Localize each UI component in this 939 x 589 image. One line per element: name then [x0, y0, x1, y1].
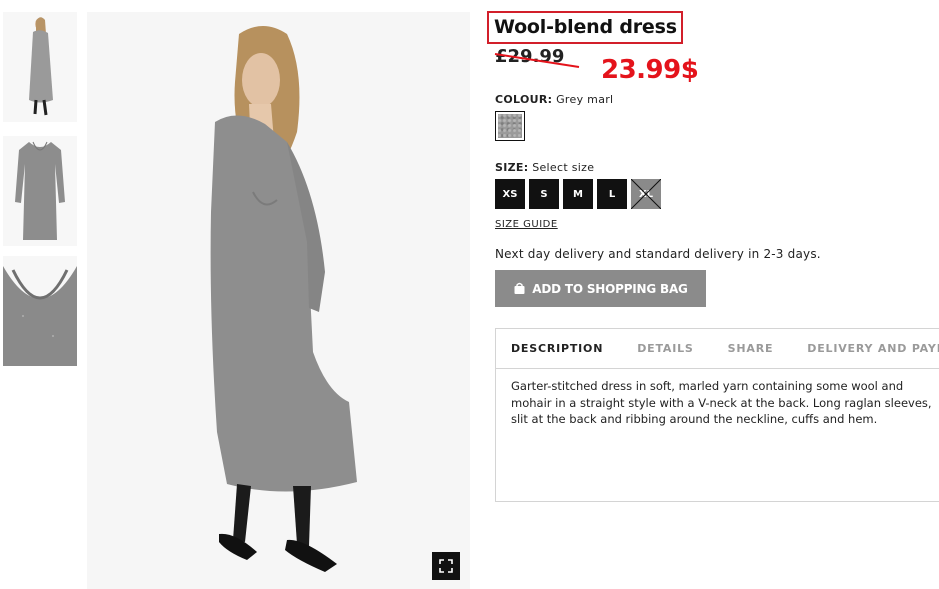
- new-price-annotation: 23.99$: [601, 55, 699, 85]
- thumbnail-neck-detail[interactable]: [3, 256, 77, 366]
- main-product-image[interactable]: [87, 12, 470, 589]
- size-options: XS S M L XL: [495, 179, 661, 209]
- unavailable-cross-icon: [631, 179, 661, 209]
- size-option-xs[interactable]: XS: [495, 179, 525, 209]
- product-title: Wool-blend dress: [494, 16, 677, 38]
- size-value: Select size: [532, 161, 595, 174]
- colour-swatch-grey-marl[interactable]: [495, 111, 525, 141]
- colour-value: Grey marl: [556, 93, 614, 106]
- zoom-expand-button[interactable]: [432, 552, 460, 580]
- description-text: Garter-stitched dress in soft, marled ya…: [511, 379, 932, 426]
- price-strike-annotation: [494, 53, 580, 68]
- size-row: SIZE: Select size: [495, 161, 594, 174]
- tab-share[interactable]: SHARE: [728, 342, 774, 355]
- thumbnail-dress-flat[interactable]: [3, 136, 77, 246]
- size-option-m[interactable]: M: [563, 179, 593, 209]
- tab-description[interactable]: DESCRIPTION: [511, 342, 603, 355]
- tab-delivery-and-payment[interactable]: DELIVERY AND PAYMENT: [807, 342, 939, 355]
- swatch-fill: [498, 114, 522, 138]
- add-to-bag-label: ADD TO SHOPPING BAG: [532, 281, 688, 296]
- add-to-bag-button[interactable]: ADD TO SHOPPING BAG: [495, 270, 706, 307]
- size-option-s[interactable]: S: [529, 179, 559, 209]
- colour-row: COLOUR: Grey marl: [495, 93, 613, 106]
- size-option-l[interactable]: L: [597, 179, 627, 209]
- tab-bar: DESCRIPTION DETAILS SHARE DELIVERY AND P…: [496, 329, 939, 369]
- colour-label: COLOUR:: [495, 93, 553, 106]
- size-label: SIZE:: [495, 161, 529, 174]
- thumbnail-model-side[interactable]: [3, 12, 77, 122]
- shopping-bag-icon: [514, 282, 525, 294]
- size-guide-link[interactable]: SIZE GUIDE: [495, 219, 558, 230]
- zoom-expand-icon: [439, 559, 453, 573]
- delivery-info: Next day delivery and standard delivery …: [495, 247, 821, 261]
- size-option-xl-unavailable: XL: [631, 179, 661, 209]
- tab-details[interactable]: DETAILS: [637, 342, 693, 355]
- product-tabs-panel: DESCRIPTION DETAILS SHARE DELIVERY AND P…: [495, 328, 939, 502]
